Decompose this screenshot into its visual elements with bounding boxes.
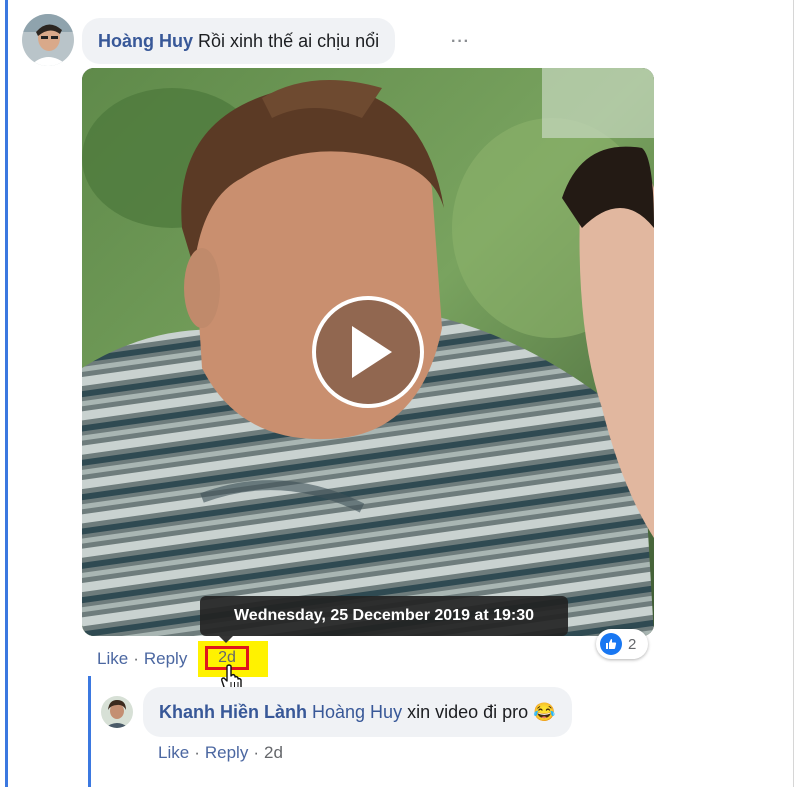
reply-like-link[interactable]: Like (158, 743, 189, 762)
comment-bubble: Hoàng Huy Rồi xinh thế ai chịu nổi (82, 18, 396, 64)
reply-link[interactable]: Reply (144, 649, 187, 668)
thumbs-up-icon (600, 633, 622, 655)
reply-text: xin video đi pro (407, 702, 529, 722)
reply-thread-line (88, 676, 91, 787)
separator: · (133, 649, 139, 668)
comment-text: Rồi xinh thế ai chịu nổi (198, 31, 380, 51)
thread-line (5, 0, 8, 787)
reply-actions: Like · Reply · 2d (158, 743, 283, 763)
reply-avatar[interactable] (101, 696, 133, 728)
separator: · (194, 743, 200, 762)
timestamp-tooltip: Wednesday, 25 December 2019 at 19:30 (200, 596, 568, 636)
separator: · (253, 743, 259, 762)
comment-author[interactable]: Hoàng Huy (98, 31, 193, 51)
reaction-count: 2 (628, 635, 637, 653)
frame-border (793, 0, 794, 787)
reply-author[interactable]: Khanh Hiền Lành (159, 702, 307, 722)
tooltip-arrow (219, 636, 233, 643)
reply-timestamp[interactable]: 2d (264, 743, 283, 762)
reply-reply-link[interactable]: Reply (205, 743, 248, 762)
tooltip-text: Wednesday, 25 December 2019 at 19:30 (233, 607, 535, 624)
like-link[interactable]: Like (97, 649, 128, 668)
laughing-emoji-icon: 😂 (533, 702, 556, 722)
commenter-avatar[interactable] (22, 14, 74, 66)
comment-actions: Like · Reply (97, 649, 187, 669)
reaction-badge[interactable]: 2 (596, 629, 648, 659)
reply-bubble: Khanh Hiền Lành Hoàng Huy xin video đi p… (143, 687, 572, 737)
reply-mention[interactable]: Hoàng Huy (312, 702, 402, 722)
more-options-icon[interactable]: ··· (451, 33, 470, 51)
video-player[interactable] (82, 68, 654, 636)
